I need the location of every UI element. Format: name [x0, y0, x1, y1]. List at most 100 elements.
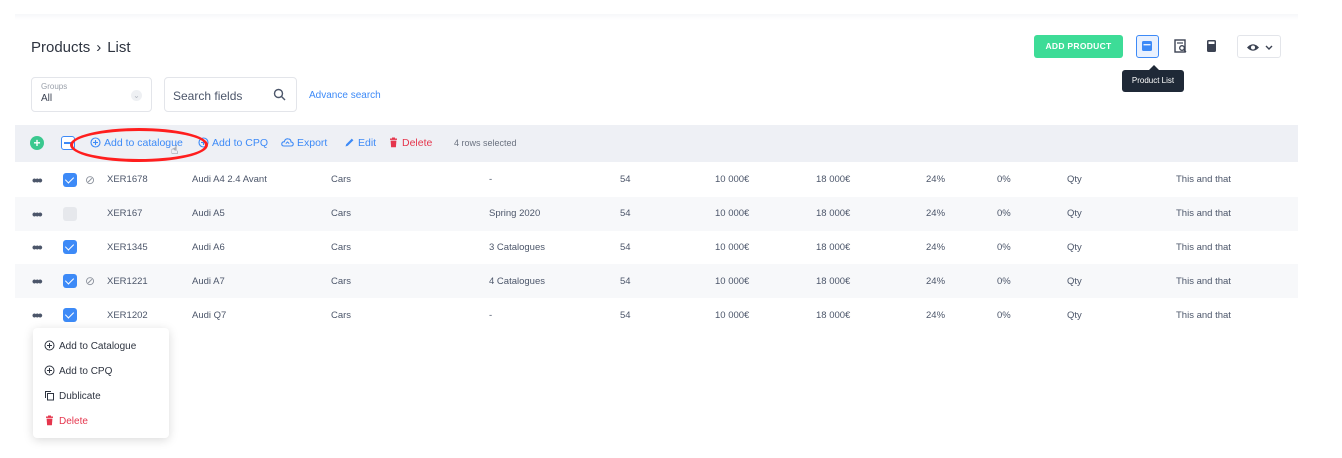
edit-button[interactable]: Edit — [344, 137, 376, 149]
add-row-button[interactable]: + — [30, 136, 44, 150]
product-name-link[interactable]: Audi A6 — [192, 231, 331, 265]
table-row[interactable]: ••• ⊘ XER1678 Audi A4 2.4 Avant Cars - 54 10 00… — [15, 163, 1298, 197]
unit-cell: Qty — [1067, 174, 1082, 186]
attachment-cell: ⊘ — [85, 163, 107, 197]
add-product-button[interactable]: ADD PRODUCT — [1034, 35, 1123, 58]
catalogue-cell: - — [489, 174, 493, 186]
copy-icon — [45, 391, 54, 401]
unit-cell: Qty — [1067, 208, 1082, 220]
search-input[interactable]: Search fields — [164, 77, 297, 112]
sku-cell: XER1221 — [107, 275, 148, 287]
search-placeholder: Search fields — [173, 89, 243, 103]
breadcrumb-separator: › — [96, 39, 102, 56]
row-select-cell — [63, 197, 85, 231]
advance-search-link[interactable]: Advance search — [309, 90, 381, 101]
row-checkbox[interactable] — [63, 240, 77, 255]
attachment-icon: ⊘ — [85, 274, 96, 289]
price-cell: 18 000€ — [816, 208, 851, 220]
groups-value: All — [41, 93, 53, 104]
add-to-cpq-label: Add to CPQ — [212, 137, 269, 149]
row-actions-icon[interactable]: ••• — [15, 231, 63, 265]
percent-cell: 0% — [997, 174, 1011, 186]
highlight-ring-annotation — [70, 128, 208, 162]
percent-cell: 0% — [997, 275, 1011, 287]
percent-cell: 24% — [926, 309, 946, 321]
category-cell: Cars — [331, 275, 352, 287]
row-actions-icon[interactable]: ••• — [15, 298, 63, 332]
row-actions-icon[interactable]: ••• — [15, 163, 63, 197]
product-name-link[interactable]: Audi A4 2.4 Avant — [192, 163, 331, 197]
plus-circle-icon — [44, 365, 55, 376]
breadcrumb: Products › List — [31, 39, 131, 56]
table-row[interactable]: ••• XER167 Audi A5 Cars Spring 2020 54 10 000€… — [15, 196, 1298, 231]
cpq-view-button[interactable] — [1200, 35, 1223, 58]
price-cell: 18 000€ — [816, 241, 851, 253]
menu-add-to-catalogue-label: Add to Catalogue — [59, 341, 137, 352]
product-name-link[interactable]: Audi A5 — [192, 197, 331, 231]
price-cell: 10 000€ — [715, 174, 750, 186]
row-checkbox[interactable] — [63, 274, 77, 289]
visibility-dropdown-button[interactable] — [1237, 35, 1281, 58]
percent-cell: 0% — [997, 309, 1011, 321]
percent-cell: 0% — [997, 208, 1011, 220]
catalogue-view-button[interactable] — [1169, 35, 1192, 58]
menu-delete-label: Delete — [59, 416, 88, 427]
product-name-link[interactable]: Audi A7 — [192, 264, 331, 298]
eye-icon — [1247, 44, 1273, 51]
unit-cell: Qty — [1067, 275, 1082, 287]
attachment-icon: ⊘ — [85, 172, 96, 187]
percent-cell: 0% — [997, 241, 1011, 253]
price-cell: 10 000€ — [715, 309, 750, 321]
trash-icon — [390, 137, 397, 148]
table-row[interactable]: ••• XER1345 Audi A6 Cars 3 Catalogues 54 10 00… — [15, 231, 1298, 265]
breadcrumb-section[interactable]: Products — [31, 39, 90, 56]
add-to-cpq-button[interactable]: Add to CPQ — [198, 137, 268, 149]
qty-cell: 54 — [620, 309, 631, 321]
row-context-menu: Add to Catalogue Add to CPQ Dublicate De… — [33, 328, 169, 438]
export-button[interactable]: Export — [281, 137, 327, 149]
category-cell: Cars — [331, 174, 352, 186]
unit-cell: Qty — [1067, 241, 1082, 253]
product-list-view-button[interactable] — [1136, 35, 1159, 58]
table-row[interactable]: ••• XER1202 Audi Q7 Cars - 54 10 000€ 18 000€ 24… — [15, 298, 1298, 332]
price-cell: 10 000€ — [715, 241, 750, 253]
menu-add-to-cpq[interactable]: Add to CPQ — [44, 365, 112, 377]
search-icon[interactable] — [273, 88, 286, 106]
row-checkbox[interactable] — [63, 206, 77, 221]
pencil-icon — [345, 138, 354, 147]
percent-cell: 24% — [926, 241, 946, 253]
price-cell: 10 000€ — [715, 275, 750, 287]
product-name-link[interactable]: Audi Q7 — [192, 298, 331, 332]
price-cell: 18 000€ — [816, 174, 851, 186]
catalogue-link[interactable]: 4 Catalogues — [489, 264, 620, 298]
note-cell: This and that — [1176, 208, 1231, 220]
document-search-icon — [1174, 39, 1187, 53]
groups-select[interactable]: Groups All ⌄ — [31, 77, 152, 112]
table-row[interactable]: ••• ⊘ XER1221 Audi A7 Cars 4 Catalogues 54 10 0… — [15, 264, 1298, 299]
delete-label: Delete — [402, 137, 433, 149]
attachment-cell — [85, 197, 107, 231]
catalogue-link[interactable]: 3 Catalogues — [489, 231, 620, 265]
cloud-icon — [281, 138, 294, 147]
menu-delete[interactable]: Delete — [44, 415, 88, 427]
row-checkbox[interactable] — [63, 308, 77, 323]
plus-circle-icon — [44, 340, 55, 351]
menu-duplicate[interactable]: Dublicate — [44, 390, 101, 402]
delete-button[interactable]: Delete — [388, 137, 432, 149]
list-view-icon — [1142, 41, 1152, 51]
row-checkbox[interactable] — [63, 172, 77, 187]
menu-duplicate-label: Dublicate — [59, 391, 101, 402]
row-actions-icon[interactable]: ••• — [15, 264, 63, 298]
percent-cell: 24% — [926, 275, 946, 287]
menu-add-to-catalogue[interactable]: Add to Catalogue — [44, 340, 136, 352]
book-icon — [1207, 40, 1216, 52]
percent-cell: 24% — [926, 208, 946, 220]
price-cell: 10 000€ — [715, 208, 750, 220]
menu-add-to-cpq-label: Add to CPQ — [59, 366, 113, 377]
qty-cell: 54 — [620, 208, 631, 220]
catalogue-cell: - — [489, 309, 493, 321]
row-select-cell — [63, 264, 85, 298]
selection-count: 4 rows selected — [454, 138, 517, 148]
row-actions-icon[interactable]: ••• — [15, 197, 63, 231]
qty-cell: 54 — [620, 275, 631, 287]
